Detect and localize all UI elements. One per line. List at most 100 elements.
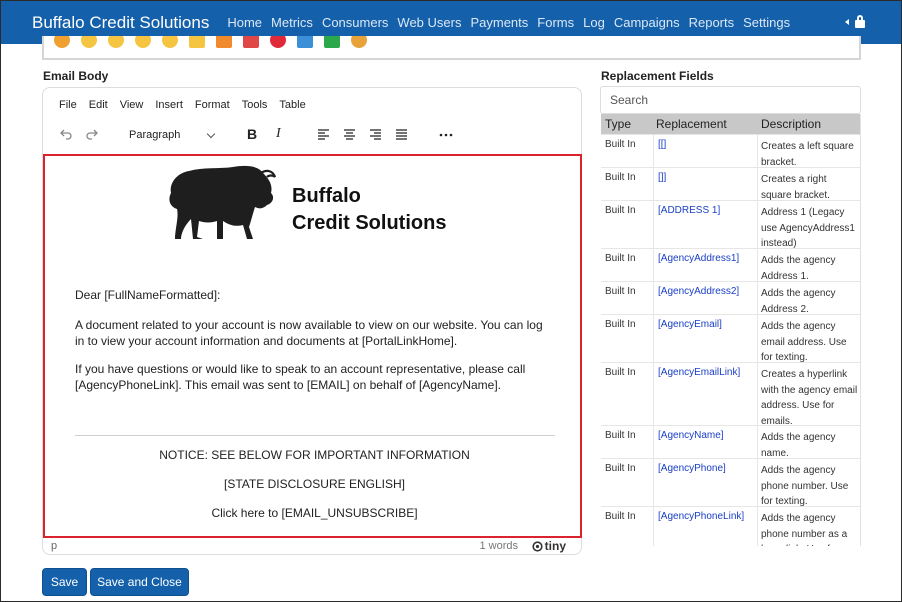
- undo-icon[interactable]: [59, 127, 73, 141]
- cell-replacement[interactable]: []]: [658, 172, 666, 183]
- logo-line-2: Credit Solutions: [292, 212, 447, 234]
- logo-wordmark: Buffalo Credit Solutions: [292, 183, 446, 237]
- cell-replacement[interactable]: [AgencyEmailLink]: [658, 367, 740, 378]
- tiny-label: tiny: [544, 539, 566, 553]
- account-menu[interactable]: [845, 15, 865, 28]
- notice-text: NOTICE: SEE BELOW FOR IMPORTANT INFORMAT…: [159, 448, 470, 462]
- redo-icon[interactable]: [85, 127, 99, 141]
- nav-links: Home Metrics Consumers Web Users Payment…: [218, 15, 790, 30]
- cell-description: Address 1 (Legacy use AgencyAddress1 ins…: [761, 207, 855, 249]
- emoji-picker-strip: [42, 36, 861, 60]
- nav-home[interactable]: Home: [227, 15, 262, 30]
- save-and-close-button[interactable]: Save and Close: [90, 568, 189, 596]
- emoji-icon[interactable]: [216, 36, 232, 48]
- menu-tools[interactable]: Tools: [242, 99, 268, 111]
- cell-replacement[interactable]: [AgencyEmail]: [658, 319, 722, 330]
- menu-format[interactable]: Format: [195, 99, 230, 111]
- table-row[interactable]: Built In [AgencyPhoneLink] Adds the agen…: [601, 506, 860, 546]
- replacement-fields-table: Type Replacement Description Built In [[…: [601, 114, 861, 546]
- cell-replacement[interactable]: [AgencyPhoneLink]: [658, 511, 744, 522]
- nav-consumers[interactable]: Consumers: [322, 15, 388, 30]
- table-row[interactable]: Built In [AgencyAddress1] Adds the agenc…: [601, 248, 860, 282]
- caret-left-icon: [845, 18, 849, 25]
- cell-type: Built In: [605, 367, 636, 378]
- align-justify-icon[interactable]: [395, 128, 408, 141]
- menu-file[interactable]: File: [59, 99, 77, 111]
- cell-replacement[interactable]: [[]: [658, 139, 666, 150]
- cell-replacement[interactable]: [AgencyName]: [658, 430, 724, 441]
- cell-type: Built In: [605, 463, 636, 474]
- emoji-icon[interactable]: [162, 36, 178, 48]
- italic-icon[interactable]: I: [276, 126, 281, 142]
- cell-description: Adds the agency Address 2.: [761, 288, 836, 315]
- table-row[interactable]: Built In [[] Creates a left square brack…: [601, 134, 860, 168]
- align-right-icon[interactable]: [369, 128, 382, 141]
- block-format-value: Paragraph: [129, 129, 181, 141]
- coin-emoji-icon[interactable]: [351, 36, 367, 48]
- search-placeholder: Search: [610, 93, 649, 107]
- save-button[interactable]: Save: [42, 568, 87, 596]
- align-center-icon[interactable]: [343, 128, 356, 141]
- cell-replacement[interactable]: [ADDRESS 1]: [658, 205, 720, 216]
- nav-web-users[interactable]: Web Users: [397, 15, 461, 30]
- menu-edit[interactable]: Edit: [89, 99, 108, 111]
- cell-type: Built In: [605, 172, 636, 183]
- table-row[interactable]: Built In []] Creates a right square brac…: [601, 167, 860, 201]
- chevron-down-icon: [206, 129, 216, 139]
- brand-title[interactable]: Buffalo Credit Solutions: [32, 13, 209, 33]
- table-row[interactable]: Built In [ADDRESS 1] Address 1 (Legacy u…: [601, 200, 860, 249]
- table-row[interactable]: Built In [AgencyAddress2] Adds the agenc…: [601, 281, 860, 315]
- nav-campaigns[interactable]: Campaigns: [614, 15, 680, 30]
- header-replacement[interactable]: Replacement: [656, 117, 727, 131]
- element-path[interactable]: p: [51, 540, 57, 552]
- block-format-select[interactable]: Paragraph: [123, 124, 220, 146]
- cell-description: Creates a left square bracket.: [761, 141, 854, 168]
- align-left-icon[interactable]: [317, 128, 330, 141]
- nav-reports[interactable]: Reports: [689, 15, 735, 30]
- nav-log[interactable]: Log: [583, 15, 605, 30]
- table-row[interactable]: Built In [AgencyPhone] Adds the agency p…: [601, 458, 860, 507]
- menu-view[interactable]: View: [120, 99, 144, 111]
- nav-payments[interactable]: Payments: [470, 15, 528, 30]
- menu-table[interactable]: Table: [279, 99, 305, 111]
- table-row[interactable]: Built In [AgencyEmail] Adds the agency e…: [601, 314, 860, 363]
- company-logo: Buffalo Credit Solutions: [163, 163, 473, 253]
- warning-emoji-icon[interactable]: [189, 36, 205, 48]
- nav-forms[interactable]: Forms: [537, 15, 574, 30]
- emoji-icon[interactable]: [81, 36, 97, 48]
- cell-description: Creates a right square bracket.: [761, 174, 830, 201]
- bold-icon[interactable]: B: [247, 126, 257, 142]
- emoji-icon[interactable]: [54, 36, 70, 48]
- replacement-fields-label: Replacement Fields: [601, 69, 714, 83]
- editor-content-area[interactable]: Buffalo Credit Solutions Dear [FullNameF…: [43, 154, 582, 538]
- email-body-label: Email Body: [43, 69, 109, 83]
- nav-settings[interactable]: Settings: [743, 15, 790, 30]
- nav-metrics[interactable]: Metrics: [271, 15, 313, 30]
- cell-replacement[interactable]: [AgencyAddress1]: [658, 253, 739, 264]
- emoji-icon[interactable]: [243, 36, 259, 48]
- emoji-icon[interactable]: [108, 36, 124, 48]
- card-emoji-icon[interactable]: [297, 36, 313, 48]
- header-description[interactable]: Description: [761, 117, 821, 131]
- table-row[interactable]: Built In [AgencyName] Adds the agency na…: [601, 425, 860, 459]
- cell-replacement[interactable]: [AgencyPhone]: [658, 463, 726, 474]
- dollar-emoji-icon[interactable]: [324, 36, 340, 48]
- cell-description: Creates a hyperlink with the agency emai…: [761, 369, 858, 427]
- replacement-search-input[interactable]: Search: [600, 86, 861, 114]
- emoji-icon[interactable]: [135, 36, 151, 48]
- cell-description: Adds the agency phone number. Use for te…: [761, 465, 849, 507]
- table-row[interactable]: Built In [AgencyEmailLink] Creates a hyp…: [601, 362, 860, 427]
- lock-icon: [855, 15, 865, 28]
- unsubscribe-text: Click here to [EMAIL_UNSUBSCRIBE]: [211, 506, 418, 520]
- menu-insert[interactable]: Insert: [155, 99, 183, 111]
- editor-toolbar: Paragraph B I: [57, 124, 477, 146]
- tiny-logo[interactable]: tiny: [532, 539, 566, 553]
- editor-statusbar: p 1 words tiny: [43, 539, 582, 554]
- word-count[interactable]: 1 words: [479, 540, 518, 552]
- cell-type: Built In: [605, 139, 636, 150]
- header-type[interactable]: Type: [605, 117, 631, 131]
- more-options-icon[interactable]: [439, 128, 453, 141]
- disclosure-text: [STATE DISCLOSURE ENGLISH]: [224, 477, 405, 491]
- cell-replacement[interactable]: [AgencyAddress2]: [658, 286, 739, 297]
- heart-emoji-icon[interactable]: [270, 36, 286, 48]
